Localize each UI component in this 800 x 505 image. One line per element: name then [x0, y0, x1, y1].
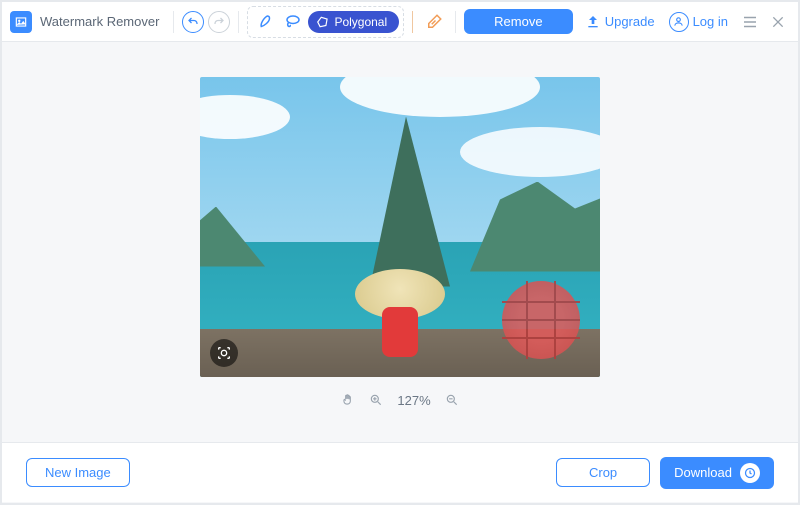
app-title: Watermark Remover	[40, 14, 159, 29]
canvas-area: 127%	[2, 42, 798, 442]
watermark-overlay[interactable]	[502, 281, 580, 359]
divider	[455, 11, 456, 33]
remove-button[interactable]: Remove	[464, 9, 572, 34]
redo-button[interactable]	[208, 11, 230, 33]
zoom-in-icon[interactable]	[369, 393, 383, 407]
polygonal-tool-button[interactable]: Polygonal	[308, 11, 399, 33]
clock-icon	[740, 463, 760, 483]
remove-label: Remove	[494, 14, 542, 29]
toolbar: Watermark Remover Polygonal Remove Upgra…	[2, 2, 798, 42]
download-label: Download	[674, 465, 732, 480]
login-link[interactable]: Log in	[669, 12, 728, 32]
zoom-controls: 127%	[341, 393, 458, 408]
new-image-button[interactable]: New Image	[26, 458, 130, 487]
polygonal-label: Polygonal	[334, 15, 387, 29]
menu-icon[interactable]	[738, 10, 762, 34]
divider	[238, 11, 239, 33]
login-label: Log in	[693, 14, 728, 29]
crop-button[interactable]: Crop	[556, 458, 650, 487]
selection-tool-group: Polygonal	[247, 6, 404, 38]
zoom-value: 127%	[397, 393, 430, 408]
hand-tool-icon[interactable]	[341, 393, 355, 407]
footer: New Image Crop Download	[2, 442, 798, 502]
upload-icon	[585, 14, 601, 30]
divider	[412, 11, 413, 33]
user-icon	[669, 12, 689, 32]
new-image-label: New Image	[45, 465, 111, 480]
eraser-tool-icon[interactable]	[421, 9, 447, 35]
download-button[interactable]: Download	[660, 457, 774, 489]
close-icon[interactable]	[766, 10, 790, 34]
upgrade-label: Upgrade	[605, 14, 655, 29]
undo-button[interactable]	[182, 11, 204, 33]
upgrade-link[interactable]: Upgrade	[585, 14, 655, 30]
brush-tool-icon[interactable]	[252, 9, 278, 35]
lasso-tool-icon[interactable]	[280, 9, 306, 35]
crop-label: Crop	[589, 465, 617, 480]
divider	[173, 11, 174, 33]
app-logo	[10, 11, 32, 33]
zoom-out-icon[interactable]	[445, 393, 459, 407]
image-canvas[interactable]	[200, 77, 600, 377]
lens-search-icon[interactable]	[210, 339, 238, 367]
